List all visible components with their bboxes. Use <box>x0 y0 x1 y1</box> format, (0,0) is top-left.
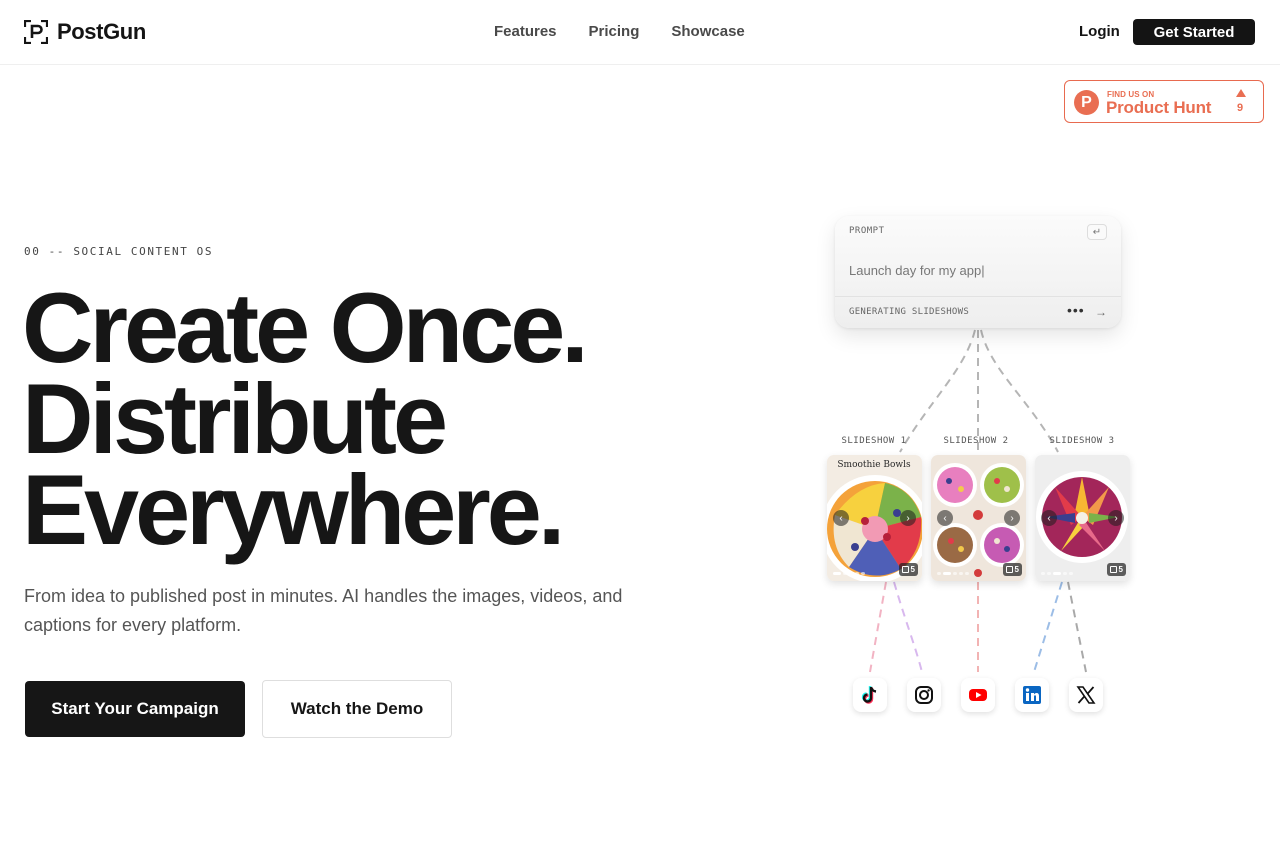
slide-count-badge: 5 <box>1106 563 1126 576</box>
headline-line-3: Everywhere. <box>22 454 565 565</box>
layers-icon <box>901 566 909 573</box>
get-started-button[interactable]: Get Started <box>1133 19 1255 45</box>
prompt-divider <box>835 296 1121 297</box>
postgun-logo-icon <box>24 20 48 44</box>
prompt-card: PROMPT ↵ Launch day for my app| GENERATI… <box>835 216 1121 328</box>
slide-count: 5 <box>1118 565 1123 574</box>
loading-dots-icon: ••• <box>1067 302 1085 318</box>
chevron-right-icon[interactable]: › <box>900 510 916 526</box>
slideshow-1-card[interactable]: Smoothie Bowls ‹ › 5 <box>827 455 922 581</box>
watch-demo-button[interactable]: Watch the Demo <box>262 680 452 738</box>
slide-pager <box>1041 572 1073 575</box>
slide-count: 5 <box>910 565 915 574</box>
login-link[interactable]: Login <box>1079 23 1120 40</box>
slide-count-badge: 5 <box>1002 563 1022 576</box>
slideshow-1-caption: Smoothie Bowls <box>837 460 911 470</box>
x-icon[interactable] <box>1069 678 1103 712</box>
chevron-left-icon[interactable]: ‹ <box>937 510 953 526</box>
upvote-count: 9 <box>1237 102 1244 114</box>
chevron-right-icon[interactable]: › <box>1004 510 1020 526</box>
slideshow-2-card[interactable]: ‹ › 5 <box>931 455 1026 581</box>
product-hunt-logo-icon: P <box>1074 90 1099 115</box>
nav-showcase[interactable]: Showcase <box>671 23 744 40</box>
site-header: PostGun Features Pricing Showcase Login … <box>0 0 1280 65</box>
chevron-left-icon[interactable]: ‹ <box>833 510 849 526</box>
slideshow-3-label: SLIDESHOW 3 <box>1049 436 1115 446</box>
slide-pager <box>937 572 969 575</box>
chevron-left-icon[interactable]: ‹ <box>1041 510 1057 526</box>
linkedin-icon[interactable] <box>1015 678 1049 712</box>
prompt-input[interactable]: Launch day for my app| <box>849 263 985 278</box>
product-hunt-badge[interactable]: P FIND US ON Product Hunt 9 <box>1064 80 1264 123</box>
hero-headline: Create Once. Distribute Everywhere. <box>22 272 589 565</box>
layers-icon <box>1005 566 1013 573</box>
youtube-icon[interactable] <box>961 678 995 712</box>
brand-logo-link[interactable]: PostGun <box>24 19 146 45</box>
instagram-icon[interactable] <box>907 678 941 712</box>
nav-pricing[interactable]: Pricing <box>589 23 640 40</box>
prompt-label: PROMPT <box>849 226 885 236</box>
tiktok-icon[interactable] <box>853 678 887 712</box>
generating-status: GENERATING SLIDESHOWS <box>849 307 970 317</box>
headline-line-2: Distribute <box>22 363 448 474</box>
arrow-right-icon: → <box>1095 305 1107 319</box>
chevron-right-icon[interactable]: › <box>1108 510 1124 526</box>
headline-line-1: Create Once. <box>22 272 589 383</box>
slideshow-3-card[interactable]: ‹ › 5 <box>1035 455 1130 581</box>
hero-subtext: From idea to published post in minutes. … <box>24 586 623 635</box>
slide-count: 5 <box>1014 565 1019 574</box>
slide-count-badge: 5 <box>898 563 918 576</box>
upvote-arrow-icon <box>1236 89 1246 97</box>
main-nav: Features Pricing Showcase <box>494 23 745 40</box>
slideshow-2-label: SLIDESHOW 2 <box>943 436 1009 446</box>
product-hunt-title: Product Hunt <box>1106 98 1212 117</box>
enter-key-icon[interactable]: ↵ <box>1087 224 1107 240</box>
brand-name: PostGun <box>57 19 146 44</box>
hero-eyebrow: 00 -- SOCIAL CONTENT OS <box>24 245 214 258</box>
layers-icon <box>1109 566 1117 573</box>
slideshow-1-label: SLIDESHOW 1 <box>841 436 907 446</box>
start-campaign-button[interactable]: Start Your Campaign <box>25 681 245 737</box>
slide-pager <box>833 572 865 575</box>
nav-features[interactable]: Features <box>494 23 557 40</box>
